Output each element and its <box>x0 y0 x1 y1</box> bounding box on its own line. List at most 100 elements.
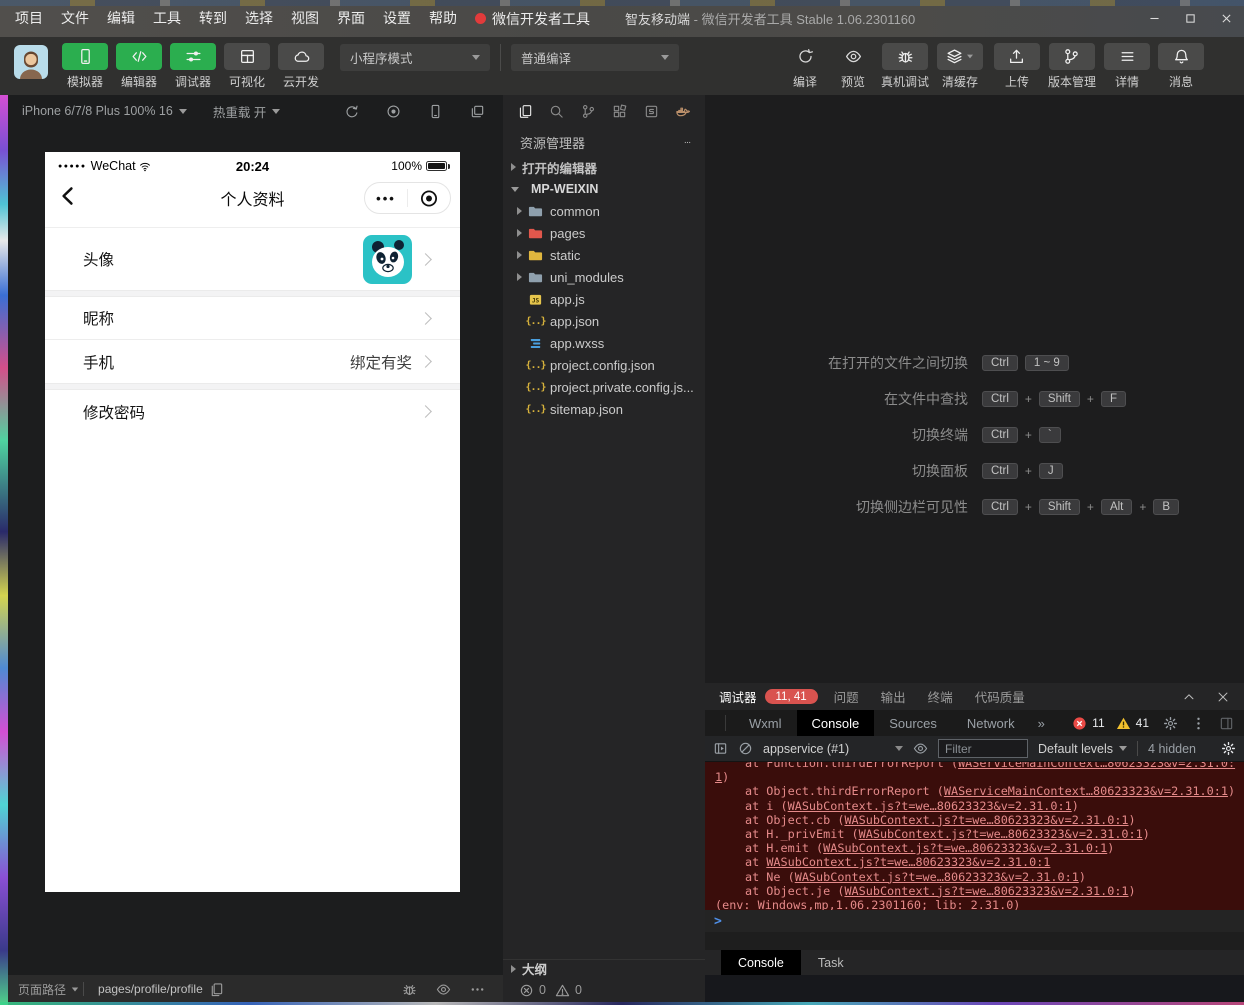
minimize-capsule-button[interactable] <box>408 189 450 208</box>
menu-item[interactable]: 文件 <box>52 0 98 37</box>
menu-item-wechat-devtools[interactable]: 微信开发者工具 <box>466 0 599 37</box>
tree-item[interactable]: {..}project.private.config.js... <box>503 376 705 398</box>
back-button[interactable] <box>57 185 79 207</box>
user-avatar[interactable] <box>14 45 48 79</box>
show-sidebar-icon[interactable] <box>713 741 728 756</box>
tool-button-menu[interactable]: 详情 <box>1104 43 1150 90</box>
kebab-menu-icon[interactable] <box>1191 716 1206 731</box>
settings-gear-icon[interactable] <box>1163 716 1178 731</box>
section-project-root[interactable]: MP-WEIXIN <box>503 178 705 200</box>
tool-button-cloud[interactable]: 云开发 <box>278 43 324 90</box>
preview-eye-icon[interactable] <box>436 982 451 997</box>
tool-button-phone[interactable]: 模拟器 <box>62 43 108 90</box>
close-panel-icon[interactable] <box>1216 690 1230 704</box>
git-branch-icon[interactable] <box>581 104 596 119</box>
devtools-tab-network[interactable]: Network <box>952 710 1030 736</box>
profile-row[interactable]: 修改密码 <box>45 390 460 433</box>
kebab-menu-icon[interactable] <box>705 955 721 970</box>
tree-item[interactable]: static <box>503 244 705 266</box>
console-stack-link[interactable]: WAServiceMainContext…80623323&v=2.31.0:1 <box>944 784 1228 798</box>
docker-whale-icon[interactable] <box>675 104 690 119</box>
tool-button-bell[interactable]: 消息 <box>1158 43 1204 90</box>
console-stack-link[interactable]: WASubContext.js?t=we…80623323&v=2.31.0:1 <box>844 813 1128 827</box>
more-menu-button[interactable]: ••• <box>365 191 407 206</box>
menu-item[interactable]: 设置 <box>374 0 420 37</box>
context-select[interactable]: appservice (#1) <box>763 742 903 756</box>
collapse-panel-icon[interactable] <box>1182 690 1196 704</box>
tree-item[interactable]: app.wxss <box>503 332 705 354</box>
tree-item[interactable]: common <box>503 200 705 222</box>
menu-item[interactable]: 界面 <box>328 0 374 37</box>
tree-item[interactable]: {..}project.config.json <box>503 354 705 376</box>
problems-status[interactable]: 0 0 <box>503 977 705 1003</box>
bottom-tab-task[interactable]: Task <box>801 950 861 975</box>
files-icon[interactable] <box>518 104 533 119</box>
eye-icon[interactable] <box>913 741 928 756</box>
console-stack-link[interactable]: WASubContext.js?t=we…80623323&v=2.31.0:1 <box>844 884 1128 898</box>
menu-item[interactable]: 编辑 <box>98 0 144 37</box>
menu-item[interactable]: 视图 <box>282 0 328 37</box>
multi-window-icon[interactable] <box>470 104 485 119</box>
console-settings-gear-icon[interactable] <box>1221 741 1236 756</box>
close-panel-icon[interactable] <box>1220 955 1244 970</box>
devtools-tab-wxml[interactable]: Wxml <box>734 710 797 736</box>
search-icon[interactable] <box>549 104 564 119</box>
vconsole-bug-icon[interactable] <box>402 982 417 997</box>
console-stack-link[interactable]: WASubContext.js?t=we…80623323&v=2.31.0:1 <box>823 841 1107 855</box>
tool-button-refresh[interactable]: 编译 <box>785 43 825 90</box>
record-icon[interactable] <box>386 104 401 119</box>
dock-side-icon[interactable] <box>1219 716 1234 731</box>
copy-path-icon[interactable] <box>209 982 224 997</box>
minimize-button[interactable] <box>1136 0 1172 37</box>
tool-button-upload[interactable]: 上传 <box>994 43 1040 90</box>
tree-item[interactable]: pages <box>503 222 705 244</box>
mode-select[interactable]: 小程序模式 <box>340 44 490 71</box>
console-stack-link[interactable]: WASubContext.js?t=we…80623323&v=2.31.0:1 <box>788 799 1072 813</box>
menu-item[interactable]: 帮助 <box>420 0 466 37</box>
console-stack-link[interactable]: WASubContext.js?t=we…80623323&v=2.31.0:1 <box>766 855 1050 869</box>
console-stack-link[interactable]: WASubContext.js?t=we…80623323&v=2.31.0:1 <box>795 870 1079 884</box>
panel-tab[interactable]: 代码质量 <box>975 687 1025 706</box>
tool-button-branch[interactable]: 版本管理 <box>1048 43 1096 90</box>
more-options-icon[interactable] <box>470 982 485 997</box>
console-prompt[interactable]: > <box>705 910 1244 932</box>
npm-icon[interactable] <box>644 104 659 119</box>
bottom-tab-console[interactable]: Console <box>721 950 801 975</box>
tool-button-bug[interactable]: 真机调试 <box>881 43 929 90</box>
menu-item[interactable]: 项目 <box>6 0 52 37</box>
profile-row[interactable]: 头像 <box>45 228 460 290</box>
panel-tab[interactable]: 输出 <box>881 687 906 706</box>
tree-item[interactable]: {..}app.json <box>503 310 705 332</box>
close-button[interactable] <box>1208 0 1244 37</box>
console-issue-counts[interactable]: 11 41 <box>1072 716 1155 731</box>
device-select[interactable]: iPhone 6/7/8 Plus 100% 16 <box>22 104 187 118</box>
inspect-element-icon[interactable] <box>705 716 725 731</box>
console-stack-link[interactable]: WASubContext.js?t=we…80623323&v=2.31.0:1 <box>859 827 1143 841</box>
log-levels-select[interactable]: Default levels <box>1038 742 1127 756</box>
hidden-count[interactable]: 4 hidden <box>1148 742 1196 756</box>
panel-tab[interactable]: 终端 <box>928 687 953 706</box>
maximize-button[interactable] <box>1172 0 1208 37</box>
section-open-editors[interactable]: 打开的编辑器 <box>503 156 705 178</box>
clear-console-icon[interactable] <box>738 741 753 756</box>
device-frame-icon[interactable] <box>428 104 443 119</box>
devtools-tab-console[interactable]: Console <box>797 710 875 736</box>
outline-section[interactable]: 大纲 <box>503 959 705 977</box>
tool-button-code[interactable]: 编辑器 <box>116 43 162 90</box>
panel-tab[interactable]: 调试器 <box>719 687 757 706</box>
panel-tab[interactable]: 问题 <box>834 687 859 706</box>
rotate-icon[interactable] <box>344 104 359 119</box>
tool-button-layers[interactable]: 清缓存 <box>937 43 983 90</box>
tool-button-sliders[interactable]: 调试器 <box>170 43 216 90</box>
hot-reload-toggle[interactable]: 热重载 开 <box>213 102 280 121</box>
tree-item[interactable]: uni_modules <box>503 266 705 288</box>
tree-item[interactable]: JSapp.js <box>503 288 705 310</box>
console-stack-link[interactable]: WAServiceMainContext…80623323&v=2.31.0: <box>958 762 1235 770</box>
profile-row[interactable]: 手机绑定有奖 <box>45 340 460 383</box>
tree-item[interactable]: {..}sitemap.json <box>503 398 705 420</box>
menu-item[interactable]: 转到 <box>190 0 236 37</box>
explorer-more-icon[interactable] <box>684 135 699 150</box>
compile-select[interactable]: 普通编译 <box>511 44 679 71</box>
devtools-tab-sources[interactable]: Sources <box>874 710 952 736</box>
tool-button-grid[interactable]: 可视化 <box>224 43 270 90</box>
